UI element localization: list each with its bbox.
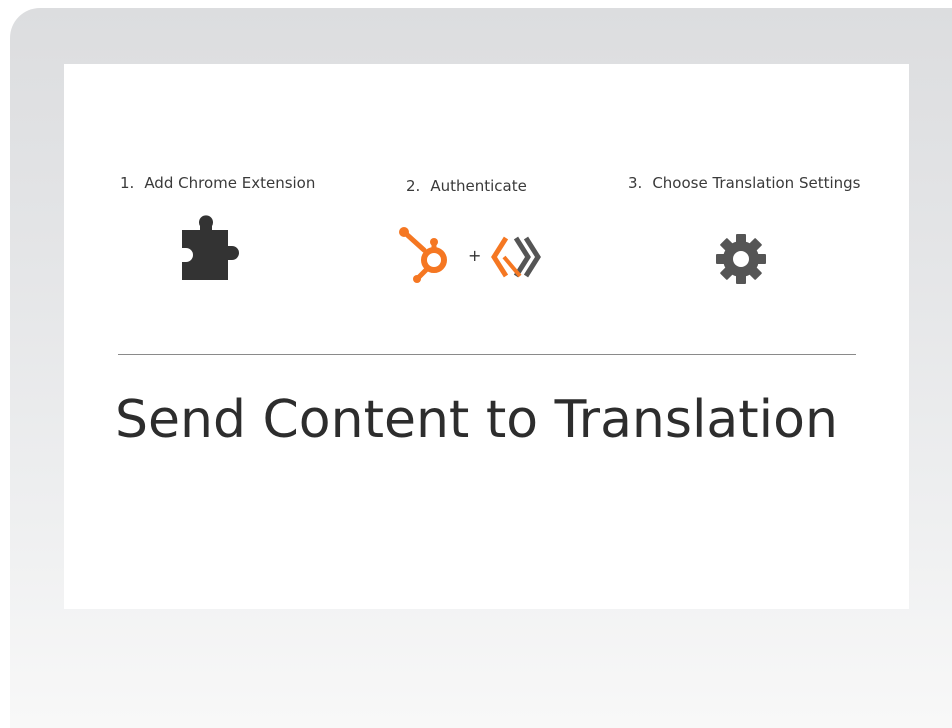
headline: Send Content to Translation <box>115 390 838 450</box>
section-divider <box>118 354 856 355</box>
puzzle-piece-icon <box>178 212 250 286</box>
step-2-number: 2. <box>406 177 421 195</box>
step-3-number: 3. <box>628 174 643 192</box>
transifex-icon <box>490 234 544 284</box>
hubspot-icon <box>398 224 458 290</box>
step-2-label: 2. Authenticate <box>406 177 527 195</box>
step-1-text: Add Chrome Extension <box>144 174 316 192</box>
step-3-text: Choose Translation Settings <box>652 174 861 192</box>
step-2-text: Authenticate <box>430 177 527 195</box>
step-1-number: 1. <box>120 174 135 192</box>
gear-icon <box>715 233 767 289</box>
step-3-label: 3. Choose Translation Settings <box>628 174 860 192</box>
step-1-label: 1. Add Chrome Extension <box>120 174 315 192</box>
content-card <box>64 64 909 609</box>
plus-sign: + <box>468 246 482 265</box>
